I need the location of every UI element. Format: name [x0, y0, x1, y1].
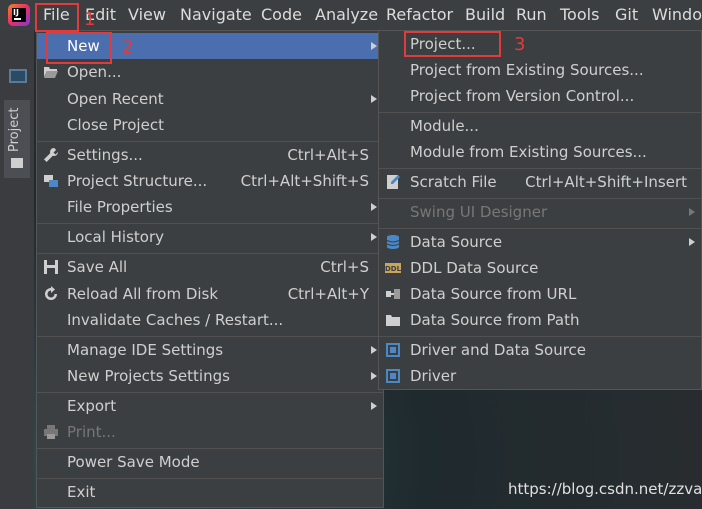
new-scratch-file[interactable]: Scratch File Ctrl+Alt+Shift+Insert [379, 169, 701, 195]
file-menu-file-properties[interactable]: File Properties [37, 194, 383, 220]
new-project-from-vcs[interactable]: Project from Version Control... [379, 83, 701, 109]
file-menu-new-projects-settings[interactable]: New Projects Settings [37, 363, 383, 389]
menu-build[interactable]: Build [465, 5, 505, 24]
menu-tools[interactable]: Tools [560, 5, 599, 24]
submenu-arrow-icon [371, 372, 377, 380]
reload-icon [45, 286, 57, 300]
new-driver[interactable]: Driver [379, 363, 701, 389]
file-menu-settings[interactable]: Settings... Ctrl+Alt+S [37, 142, 383, 168]
panel-toggle-icon[interactable] [9, 69, 27, 83]
annotation-box-file [35, 3, 79, 32]
submenu-arrow-icon [689, 208, 695, 216]
file-menu-invalidate-caches[interactable]: Invalidate Caches / Restart... [37, 307, 383, 333]
submenu-arrow-icon [371, 42, 377, 50]
tool-window-stripe: Project [0, 30, 34, 509]
ddl-icon: DDL [385, 263, 401, 273]
file-menu-manage-ide-settings[interactable]: Manage IDE Settings [37, 337, 383, 363]
new-module[interactable]: Module... [379, 113, 701, 139]
file-menu: New Open... Open Recent Close Project Se… [36, 30, 384, 508]
driver-icon [386, 369, 400, 383]
main-menubar: IJ File Edit View Navigate Code Analyze … [0, 0, 702, 30]
menu-analyze[interactable]: Analyze [315, 5, 378, 24]
annotation-number-2: 2 [122, 37, 134, 58]
submenu-arrow-icon [371, 95, 377, 103]
project-structure-icon [44, 175, 58, 187]
new-module-from-existing[interactable]: Module from Existing Sources... [379, 139, 701, 165]
intellij-logo-icon: IJ [8, 4, 30, 26]
new-driver-and-data-source[interactable]: Driver and Data Source [379, 337, 701, 363]
menu-run[interactable]: Run [516, 5, 547, 24]
open-folder-icon [44, 67, 58, 78]
annotation-box-new [46, 32, 112, 64]
new-swing-ui-designer[interactable]: Swing UI Designer [379, 199, 701, 225]
file-menu-close-project[interactable]: Close Project [37, 112, 383, 138]
watermark-text: https://blog.csdn.net/zzvar [508, 480, 702, 498]
project-tab-label: Project [7, 107, 22, 152]
file-menu-print[interactable]: Print... [37, 419, 383, 445]
submenu-arrow-icon [371, 346, 377, 354]
database-icon [386, 235, 400, 249]
file-menu-save-all[interactable]: Save All Ctrl+S [37, 254, 383, 280]
annotation-number-3: 3 [514, 34, 526, 55]
file-menu-reload-all[interactable]: Reload All from Disk Ctrl+Alt+Y [37, 281, 383, 307]
file-menu-open-recent[interactable]: Open Recent [37, 86, 383, 112]
driver-icon [386, 343, 400, 357]
url-plug-icon [386, 289, 400, 299]
annotation-box-project [404, 31, 501, 57]
folder-icon [11, 158, 23, 168]
svg-text:DDL: DDL [385, 265, 401, 273]
submenu-arrow-icon [371, 402, 377, 410]
wrench-icon [44, 148, 58, 162]
new-data-source-from-path[interactable]: Data Source from Path [379, 307, 701, 333]
project-tool-tab[interactable]: Project [4, 100, 30, 178]
file-menu-local-history[interactable]: Local History [37, 224, 383, 250]
submenu-arrow-icon [371, 203, 377, 211]
new-submenu: Project... Project from Existing Sources… [378, 30, 702, 390]
annotation-number-1: 1 [84, 9, 96, 30]
new-data-source-from-url[interactable]: Data Source from URL [379, 281, 701, 307]
printer-icon [44, 425, 58, 439]
menu-view[interactable]: View [128, 5, 166, 24]
new-project-from-existing[interactable]: Project from Existing Sources... [379, 57, 701, 83]
menu-window[interactable]: Windo [652, 5, 702, 24]
submenu-arrow-icon [689, 238, 695, 246]
file-menu-exit[interactable]: Exit [37, 479, 383, 505]
save-icon [44, 260, 58, 274]
new-ddl-data-source[interactable]: DDL DDL Data Source [379, 255, 701, 281]
scratch-file-icon [387, 175, 400, 189]
submenu-arrow-icon [371, 233, 377, 241]
folder-icon [386, 315, 400, 326]
new-data-source[interactable]: Data Source [379, 229, 701, 255]
file-menu-project-structure[interactable]: Project Structure... Ctrl+Alt+Shift+S [37, 168, 383, 194]
menu-git[interactable]: Git [615, 5, 638, 24]
file-menu-power-save-mode[interactable]: Power Save Mode [37, 449, 383, 475]
file-menu-export[interactable]: Export [37, 393, 383, 419]
menu-navigate[interactable]: Navigate [180, 5, 252, 24]
menu-code[interactable]: Code [261, 5, 302, 24]
menu-refactor[interactable]: Refactor [386, 5, 453, 24]
